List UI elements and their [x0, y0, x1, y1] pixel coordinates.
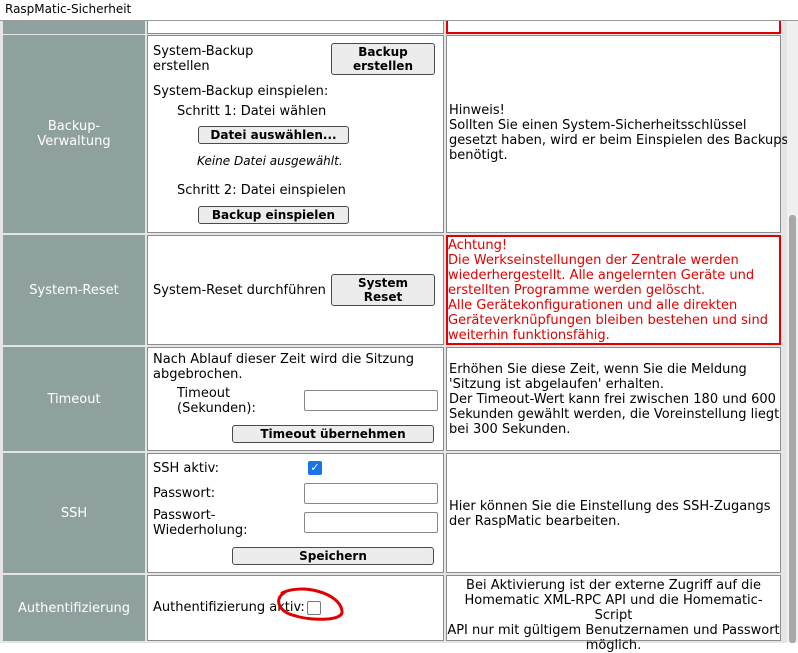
- ssh-repeat-label: Passwort- Wiederholung:: [153, 508, 248, 538]
- backup-create-text-1: System-Backup: [153, 44, 254, 59]
- backup-hint: Hinweis! Sollten Sie einen System-Sicher…: [449, 103, 789, 163]
- ssh-label-text: SSH: [60, 505, 88, 521]
- ssh-hint: Hier können Sie die Einstellung des SSH-…: [449, 499, 771, 529]
- system-reset-button[interactable]: System Reset: [331, 274, 435, 306]
- backup-step1: Schritt 1: Datei wählen: [177, 104, 327, 119]
- timeout-label-text: Timeout: [47, 391, 101, 407]
- choose-file-button[interactable]: Datei auswählen...: [198, 126, 349, 144]
- auth-hint: Bei Aktivierung ist der externe Zugriff …: [447, 578, 780, 653]
- backup-label: Backup- Verwaltung: [3, 35, 145, 233]
- top-row-warning: [446, 20, 781, 34]
- window-title: RaspMatic-Sicherheit: [5, 2, 132, 16]
- timeout-text: Nach Ablauf dieser Zeit wird die Sitzung…: [153, 352, 414, 382]
- ssh-label: SSH: [3, 453, 145, 573]
- reset-text: System-Reset durchführen: [153, 283, 326, 298]
- reset-label: System-Reset: [3, 235, 145, 345]
- backup-create-text-2: erstellen: [153, 59, 210, 74]
- backup-label-text: Backup- Verwaltung: [37, 119, 111, 149]
- backup-create-button[interactable]: Backup erstellen: [331, 43, 435, 75]
- timeout-hint: Erhöhen Sie diese Zeit, wenn Sie die Mel…: [449, 362, 780, 437]
- backup-create-text: System-Backup erstellen: [153, 44, 253, 74]
- vertical-scrollbar[interactable]: [787, 20, 798, 643]
- ssh-save-button[interactable]: Speichern: [232, 547, 434, 565]
- timeout-apply-button[interactable]: Timeout übernehmen: [232, 425, 434, 443]
- ssh-password-input[interactable]: [304, 483, 438, 504]
- window-titlebar: RaspMatic-Sicherheit: [0, 0, 798, 21]
- reset-warning: Achtung! Die Werkseinstellungen der Zent…: [448, 238, 769, 343]
- scrollbar-thumb[interactable]: [789, 215, 796, 643]
- timeout-field-label: Timeout (Sekunden):: [177, 386, 256, 416]
- top-row-label: [3, 20, 145, 34]
- auth-label: Authentifizierung: [3, 575, 145, 641]
- backup-restore-title: System-Backup einspielen:: [153, 84, 329, 99]
- no-file-text: Keine Datei ausgewählt.: [197, 154, 343, 168]
- auth-label-text: Authentifizierung: [17, 600, 131, 616]
- backup-step2: Schritt 2: Datei einspielen: [177, 183, 346, 198]
- restore-backup-button[interactable]: Backup einspielen: [198, 206, 349, 224]
- top-row-content: [147, 20, 444, 34]
- ssh-password-label: Passwort:: [153, 486, 216, 501]
- ssh-repeat-input[interactable]: [304, 512, 438, 533]
- timeout-label: Timeout: [3, 347, 145, 451]
- ssh-active-checkbox[interactable]: ✓: [308, 461, 322, 475]
- ssh-active-label: SSH aktiv:: [153, 461, 219, 476]
- reset-label-text: System-Reset: [29, 282, 119, 298]
- annotation-circle: [277, 587, 344, 621]
- timeout-input[interactable]: [304, 390, 438, 411]
